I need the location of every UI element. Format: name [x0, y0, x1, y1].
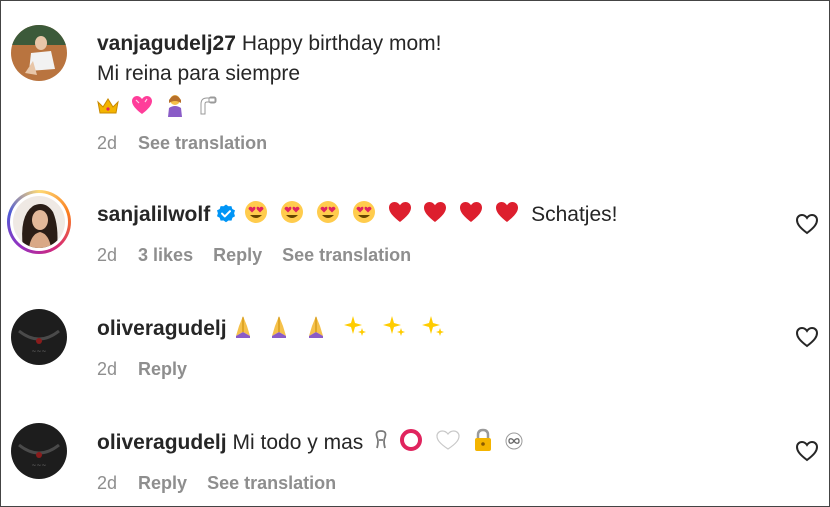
lock-emoji-icon — [473, 428, 493, 459]
svg-text:~~~: ~~~ — [31, 348, 46, 355]
comment-time: 2d — [97, 473, 118, 493]
infinity-emoji-icon — [505, 431, 523, 457]
comment-text: Happy birthday mom! — [241, 32, 442, 55]
comment-meta: 2d Reply — [97, 359, 207, 380]
comment-time: 2d — [97, 245, 118, 265]
avatar[interactable]: ~~~ — [11, 423, 67, 479]
heart-eyes-emoji-icon — [316, 200, 340, 231]
see-translation-link[interactable]: See translation — [138, 133, 267, 153]
sparkles-emoji-icon — [382, 314, 406, 345]
avatar — [13, 196, 65, 248]
comment-meta: 2d See translation — [97, 133, 287, 154]
red-circle-emoji-icon — [399, 428, 423, 459]
comment-emojis — [244, 200, 531, 231]
reply-link[interactable]: Reply — [138, 473, 187, 493]
praying-hands-emoji-icon — [233, 314, 253, 345]
comment-username[interactable]: sanjalilwolf — [97, 203, 210, 226]
comment-emojis — [233, 314, 451, 345]
pink-heart-emoji-icon — [131, 95, 153, 122]
comment-text: Mi todo y mas — [232, 431, 364, 455]
like-heart-icon[interactable] — [795, 213, 819, 235]
see-translation-link[interactable]: See translation — [207, 473, 336, 493]
white-heart-emoji-icon — [435, 429, 461, 458]
reply-link[interactable]: Reply — [138, 359, 187, 379]
comment-text: Schatjes! — [531, 203, 618, 227]
ribbon-emoji-icon — [373, 428, 389, 459]
comment-time: 2d — [97, 359, 118, 379]
comment-meta: 2d 3 likes Reply See translation — [97, 245, 431, 266]
sparkles-emoji-icon — [421, 314, 445, 345]
sparkles-emoji-icon — [343, 314, 367, 345]
avatar[interactable]: ~~~ — [11, 309, 67, 365]
praying-hands-emoji-icon — [306, 314, 326, 345]
avatar[interactable] — [11, 25, 67, 81]
reply-link[interactable]: Reply — [213, 245, 262, 265]
comment-emojis — [373, 428, 528, 459]
like-heart-icon[interactable] — [795, 440, 819, 462]
like-heart-icon[interactable] — [795, 326, 819, 348]
nail-emoji-icon — [197, 94, 219, 123]
red-heart-emoji-icon — [388, 201, 412, 230]
verified-badge-icon — [216, 204, 236, 224]
comment-time: 2d — [97, 133, 118, 153]
heart-eyes-emoji-icon — [244, 200, 268, 231]
comment-username[interactable]: vanjagudelj27 — [97, 32, 236, 55]
red-heart-emoji-icon — [423, 201, 447, 230]
praying-hands-emoji-icon — [269, 314, 289, 345]
crown-emoji-icon — [97, 96, 119, 122]
comment-meta: 2d Reply See translation — [97, 473, 356, 494]
red-heart-emoji-icon — [459, 201, 483, 230]
svg-text:~~~: ~~~ — [31, 462, 46, 469]
comment-text-line2: Mi reina para siempre — [97, 62, 301, 85]
woman-gesturing-emoji-icon — [165, 93, 185, 124]
comment-emojis — [97, 93, 225, 124]
red-heart-emoji-icon — [495, 201, 519, 230]
comment-username[interactable]: oliveragudelj — [97, 317, 227, 340]
heart-eyes-emoji-icon — [352, 200, 376, 231]
see-translation-link[interactable]: See translation — [282, 245, 411, 265]
heart-eyes-emoji-icon — [280, 200, 304, 231]
comment-username[interactable]: oliveragudelj — [97, 431, 227, 454]
story-ring[interactable] — [7, 190, 71, 254]
likes-count-link[interactable]: 3 likes — [138, 245, 193, 265]
